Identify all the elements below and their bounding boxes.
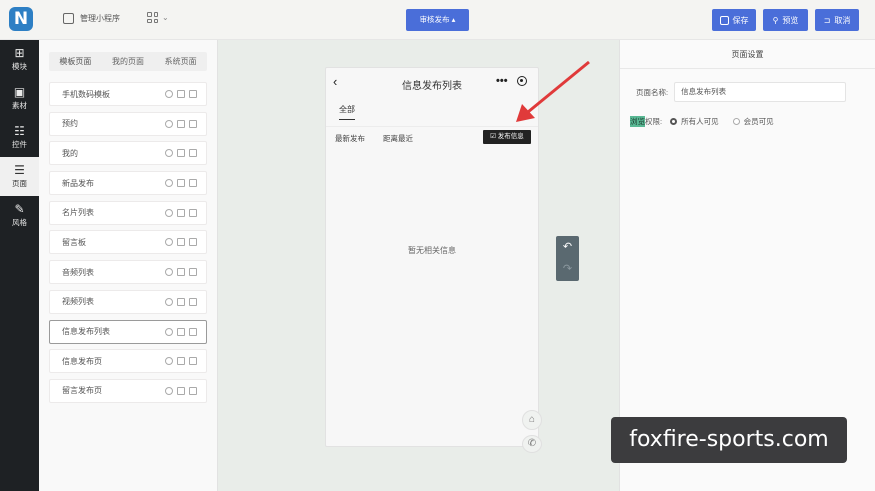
watermark: foxfire-sports.com xyxy=(611,417,847,463)
